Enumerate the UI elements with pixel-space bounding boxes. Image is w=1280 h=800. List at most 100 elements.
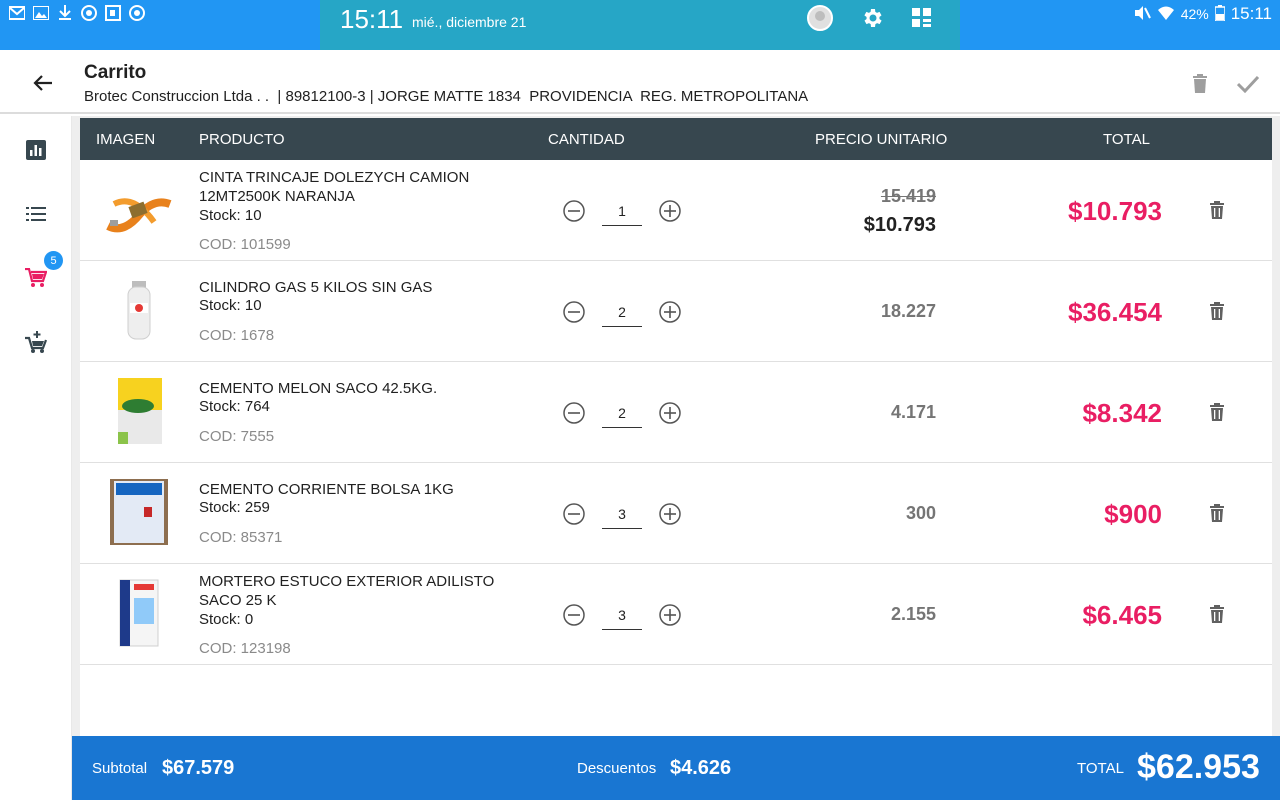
product-name: CILINDRO GAS 5 KILOS SIN GAS [199, 279, 433, 296]
quantity-stepper [560, 297, 690, 327]
minus-circle-icon[interactable] [562, 502, 586, 526]
subtotal-label: Subtotal [92, 760, 148, 777]
notification-icons [8, 4, 146, 22]
status-clock: 15:11 [1230, 4, 1272, 23]
plus-circle-icon[interactable] [658, 199, 682, 223]
quantity-input[interactable] [602, 297, 642, 327]
product-code: COD: 7555 [199, 428, 275, 445]
discount-label: Descuentos [577, 760, 657, 777]
table-header: IMAGEN PRODUCTO CANTIDAD PRECIO UNITARIO… [80, 118, 1272, 160]
chrome-icon-2 [128, 4, 146, 22]
product-image-cement-melon [104, 376, 174, 446]
quick-date: mié., diciembre 21 [412, 14, 527, 30]
total-value: $62.953 [1137, 748, 1260, 786]
product-code: COD: 1678 [199, 327, 275, 344]
quick-settings-panel: 15:11 mié., diciembre 21 [320, 0, 960, 50]
product-code: COD: 101599 [199, 236, 291, 253]
confirm-check-button[interactable] [1234, 70, 1262, 98]
unit-price-discounted: $10.793 [863, 214, 936, 236]
minus-circle-icon[interactable] [562, 401, 586, 425]
chrome-icon [80, 4, 98, 22]
quantity-input[interactable] [602, 196, 642, 226]
plus-circle-icon[interactable] [658, 401, 682, 425]
header-precio: PRECIO UNITARIO [815, 131, 948, 148]
table-row: MORTERO ESTUCO EXTERIOR ADILISTO SACO 25… [80, 564, 1272, 665]
wifi-icon [1157, 5, 1175, 24]
product-image-cement-bag [104, 477, 174, 547]
product-image-gas [104, 275, 174, 345]
row-total: $8.342 [1082, 398, 1162, 428]
trash-icon[interactable] [1206, 602, 1228, 626]
gallery-icon [32, 4, 50, 22]
quantity-stepper [560, 600, 690, 630]
trash-icon[interactable] [1206, 198, 1228, 222]
unit-price-original: 15.419 [880, 186, 936, 206]
customer-info: Brotec Construccion Ltda . . | 89812100-… [84, 88, 809, 105]
totals-bar: Subtotal $67.579 Descuentos $4.626 TOTAL… [72, 736, 1280, 800]
product-name: CEMENTO CORRIENTE BOLSA 1KG [199, 481, 454, 498]
list-icon[interactable] [24, 202, 48, 226]
system-status: 42% 15:11 [1133, 4, 1272, 24]
unit-price: 300 [905, 503, 936, 523]
minus-circle-icon[interactable] [562, 199, 586, 223]
chart-icon[interactable] [24, 138, 48, 162]
gmail-icon [8, 4, 26, 22]
quantity-input[interactable] [602, 499, 642, 529]
product-stock: Stock: 764 [199, 398, 270, 415]
quantity-stepper [560, 499, 690, 529]
product-image-strap [104, 174, 174, 244]
page-title: Carrito [84, 62, 147, 83]
minus-circle-icon[interactable] [562, 603, 586, 627]
trash-icon[interactable] [1206, 501, 1228, 525]
product-stock: Stock: 10 [199, 297, 262, 314]
minus-circle-icon[interactable] [562, 300, 586, 324]
table-row: CEMENTO MELON SACO 42.5KG. Stock: 764 CO… [80, 362, 1272, 463]
product-code: COD: 123198 [199, 640, 291, 657]
app-bar: Carrito Brotec Construccion Ltda . . | 8… [0, 50, 1280, 114]
plus-circle-icon[interactable] [658, 603, 682, 627]
quantity-stepper [560, 398, 690, 428]
table-row: CEMENTO CORRIENTE BOLSA 1KG Stock: 259 C… [80, 463, 1272, 564]
battery-level: 42% [1180, 6, 1209, 22]
gear-icon[interactable] [858, 4, 886, 32]
product-code: COD: 85371 [199, 529, 283, 546]
calendar-icon [104, 4, 122, 22]
row-total: $900 [1104, 499, 1162, 529]
header-imagen: IMAGEN [96, 131, 156, 148]
product-image-mortar [104, 578, 174, 648]
grid-edit-icon[interactable] [908, 4, 936, 32]
product-name: CEMENTO MELON SACO 42.5KG. [199, 380, 438, 397]
cart-count-badge: 5 [44, 251, 63, 270]
unit-price: 18.227 [880, 301, 936, 321]
quantity-input[interactable] [602, 600, 642, 630]
table-row: CINTA TRINCAJE DOLEZYCH CAMION 12MT2500K… [80, 160, 1272, 261]
battery-icon [1213, 4, 1226, 24]
subtotal-value: $67.579 [162, 757, 235, 779]
quick-time: 15:11 [340, 4, 404, 34]
trash-icon[interactable] [1206, 299, 1228, 323]
header-total: TOTAL [1103, 131, 1150, 148]
plus-circle-icon[interactable] [658, 300, 682, 324]
cart-table: IMAGEN PRODUCTO CANTIDAD PRECIO UNITARIO… [80, 118, 1272, 736]
product-name: CINTA TRINCAJE DOLEZYCH CAMION 12MT2500K… [199, 169, 470, 205]
product-name: MORTERO ESTUCO EXTERIOR ADILISTO SACO 25… [199, 573, 495, 609]
product-stock: Stock: 10 [199, 207, 262, 224]
quantity-input[interactable] [602, 398, 642, 428]
delete-cart-button[interactable] [1186, 70, 1214, 98]
quantity-stepper [560, 196, 690, 226]
avatar[interactable] [806, 4, 834, 32]
add-cart-icon[interactable] [24, 330, 48, 354]
header-producto: PRODUCTO [199, 131, 285, 148]
trash-icon[interactable] [1206, 400, 1228, 424]
plus-circle-icon[interactable] [658, 502, 682, 526]
header-cantidad: CANTIDAD [548, 131, 625, 148]
back-arrow-icon[interactable] [30, 70, 56, 96]
row-total: $6.465 [1082, 600, 1162, 630]
discount-value: $4.626 [670, 757, 732, 779]
unit-price: 2.155 [890, 604, 936, 624]
product-stock: Stock: 0 [199, 611, 254, 628]
total-label: TOTAL [1077, 760, 1124, 777]
mute-icon [1133, 5, 1151, 24]
side-navigation: 5 [0, 116, 72, 800]
cart-icon[interactable] [24, 266, 48, 290]
